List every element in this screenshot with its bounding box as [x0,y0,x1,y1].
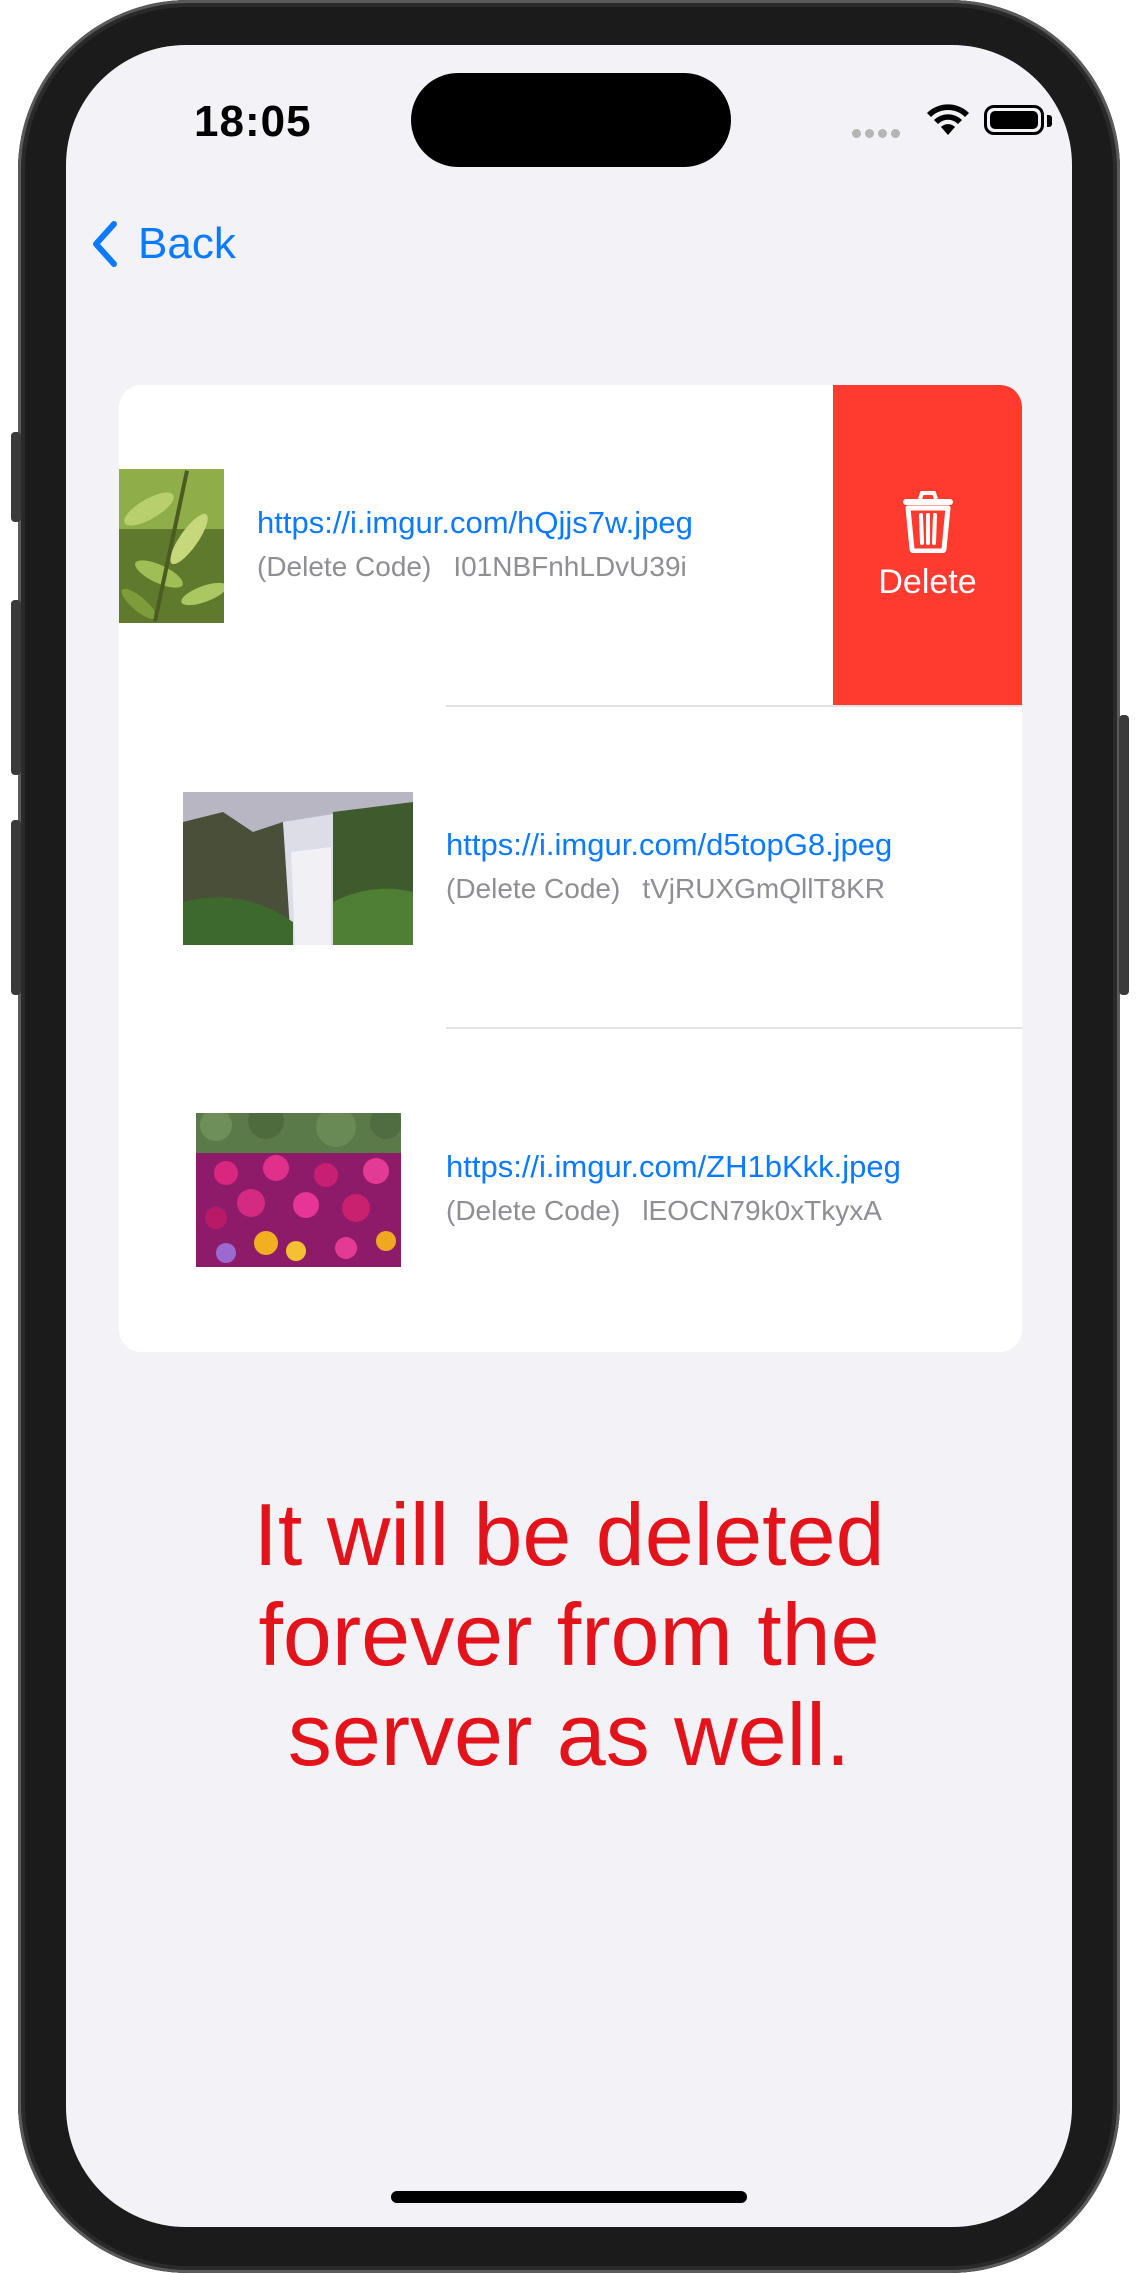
warning-line: forever from the [258,1585,880,1684]
volume-down-button [11,820,21,995]
warning-line: server as well. [287,1685,851,1784]
status-icons [784,99,1054,149]
back-button[interactable]: Back [90,211,236,277]
thumbnail-flowers [196,1113,401,1267]
battery-cap [1047,115,1052,127]
wifi-icon [927,104,969,135]
dynamic-island [411,73,731,167]
thumbnail-waterfall [183,792,413,945]
delete-code: (Delete Code) lEOCN79k0xTkyxA [446,1195,882,1227]
back-label: Back [138,219,236,268]
delete-code-label: (Delete Code) [257,551,432,582]
volume-up-button [11,600,21,775]
power-button [1119,715,1129,995]
delete-code: (Delete Code) tVjRUXGmQllT8KR [446,873,885,905]
delete-warning-text: It will be deleted forever from the serv… [126,1485,1012,1785]
delete-code-label: (Delete Code) [446,873,621,904]
delete-code-value: lEOCN79k0xTkyxA [642,1195,882,1226]
list-item[interactable]: https://i.imgur.com/d5topG8.jpeg (Delete… [119,707,1022,1029]
swipe-delete-label: Delete [878,562,977,601]
delete-code-value: tVjRUXGmQllT8KR [642,873,886,904]
delete-code-value: I01NBFnhLDvU39i [453,551,687,582]
status-time: 18:05 [194,97,312,146]
list-item[interactable]: https://i.imgur.com/hQjjs7w.jpeg (Delete… [119,385,1022,707]
thumbnail-leaves [119,469,224,623]
home-indicator[interactable] [391,2191,747,2203]
upload-list: https://i.imgur.com/hQjjs7w.jpeg (Delete… [119,385,1022,1352]
image-url-link[interactable]: https://i.imgur.com/hQjjs7w.jpeg [257,505,693,541]
warning-line: It will be deleted [253,1485,885,1584]
delete-code-label: (Delete Code) [446,1195,621,1226]
image-url-link[interactable]: https://i.imgur.com/ZH1bKkk.jpeg [446,1149,901,1185]
action-button [11,432,21,522]
chevron-left-icon [93,221,117,267]
trash-icon [902,490,953,553]
swipe-delete-button[interactable]: Delete [833,385,1022,707]
signal-dots-icon [852,125,904,143]
image-url-link[interactable]: https://i.imgur.com/d5topG8.jpeg [446,827,892,863]
battery-icon [984,105,1044,135]
delete-code: (Delete Code) I01NBFnhLDvU39i [257,551,687,583]
list-item[interactable]: https://i.imgur.com/ZH1bKkk.jpeg (Delete… [119,1029,1022,1351]
screen: 18:05 Back https://i.imgur.com/hQjjs7w.j… [66,45,1072,2227]
